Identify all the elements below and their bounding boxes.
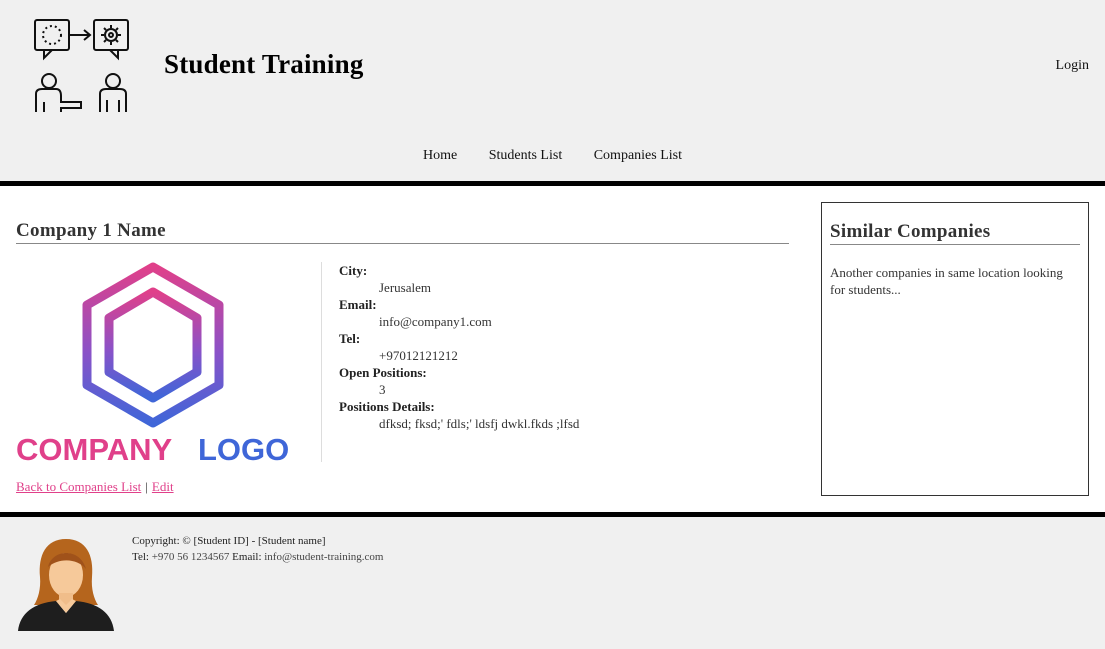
similar-companies-panel: Similar Companies Another companies in s… (821, 202, 1089, 496)
footer-info: Copyright: © [Student ID] - [Student nam… (132, 533, 383, 565)
similar-companies-text: Another companies in same location looki… (830, 265, 1063, 297)
company-logo-image: COMPANY LOGO (16, 262, 289, 464)
main-content: Company 1 Name COMPANY LOGO City: Jerusa… (0, 186, 1105, 512)
nav-item-companies-list[interactable]: Companies List (594, 148, 682, 164)
detail-value-city: Jerusalem (379, 280, 431, 295)
site-footer: Copyright: © [Student ID] - [Student nam… (0, 517, 1105, 649)
footer-email-label: Email: (232, 551, 262, 563)
nav-item-students-list[interactable]: Students List (489, 148, 563, 164)
company-logo-word-logo: LOGO (198, 432, 289, 464)
avatar (18, 539, 114, 631)
detail-value-email: info@company1.com (379, 314, 492, 329)
detail-value-tel: +97012121212 (379, 348, 458, 363)
nav-item-home[interactable]: Home (423, 148, 457, 164)
action-links: Back to Companies List | Edit (16, 479, 174, 495)
detail-label-positions-details: Positions Details: (339, 399, 435, 414)
company-name-heading: Company 1 Name (16, 220, 789, 244)
detail-label-email: Email: (339, 297, 377, 312)
detail-label-open-positions: Open Positions: (339, 365, 427, 380)
footer-tel-label: Tel: (132, 551, 149, 563)
footer-copyright: Copyright: © [Student ID] - [Student nam… (132, 535, 326, 547)
site-header: Student Training Login Home Students Lis… (0, 0, 1105, 181)
company-logo-word-company: COMPANY (16, 432, 172, 464)
company-details: City: Jerusalem Email: info@company1.com… (339, 262, 579, 432)
link-separator: | (145, 479, 148, 494)
similar-companies-heading: Similar Companies (830, 221, 1080, 245)
footer-tel-value: +970 56 1234567 (151, 551, 230, 563)
training-logo-icon (34, 19, 129, 112)
footer-contact: Tel: +970 56 1234567 Email: info@student… (132, 549, 383, 565)
detail-value-open-positions: 3 (379, 382, 386, 397)
main-nav: Home Students List Companies List (0, 148, 1105, 164)
footer-email-value[interactable]: info@student-training.com (264, 551, 383, 563)
back-to-companies-link[interactable]: Back to Companies List (16, 479, 141, 494)
site-title: Student Training (164, 49, 364, 79)
detail-value-positions-details: dfksd; fksd;' fdls;' ldsfj dwkl.fkds ;lf… (379, 416, 580, 431)
detail-label-tel: Tel: (339, 331, 361, 346)
detail-label-city: City: (339, 263, 368, 278)
edit-link[interactable]: Edit (152, 479, 174, 494)
login-link[interactable]: Login (1056, 58, 1089, 74)
detail-divider (321, 262, 322, 462)
